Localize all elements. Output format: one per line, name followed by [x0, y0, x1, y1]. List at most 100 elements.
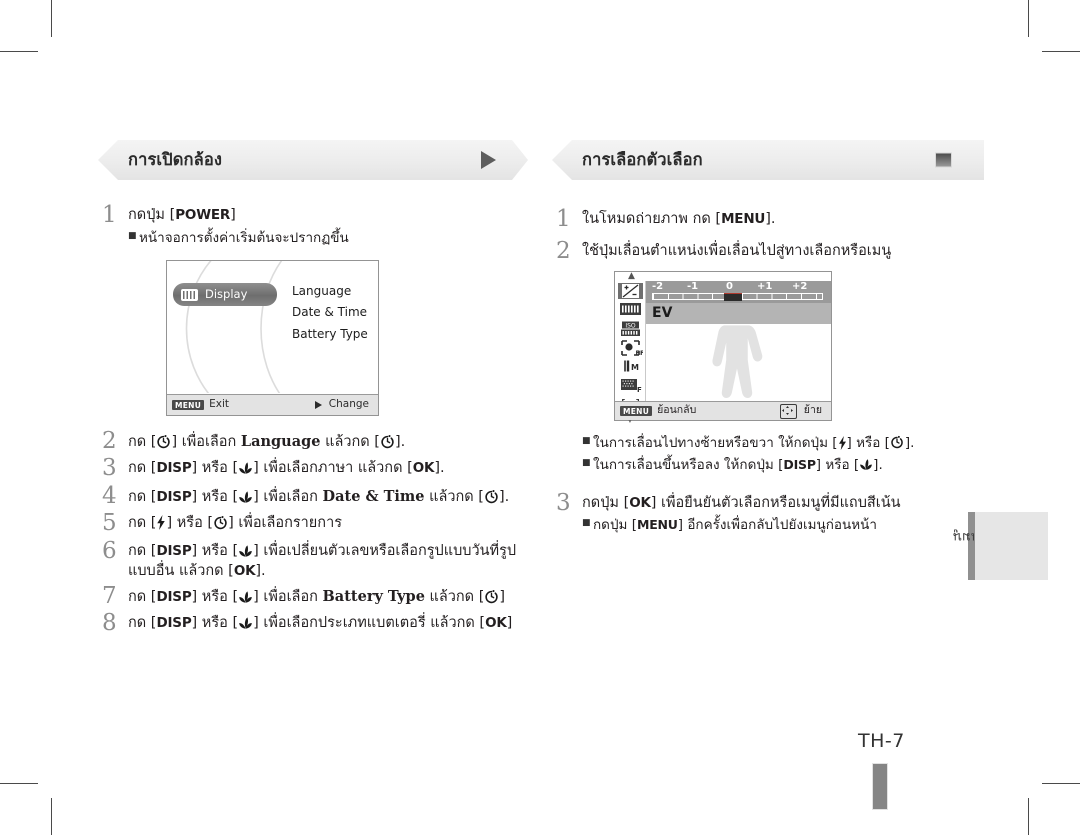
- chevron-up-icon[interactable]: ▲: [628, 272, 635, 281]
- image-size-icon[interactable]: M: [618, 359, 643, 375]
- step-text: ในโหมดถ่ายภาพ กด [MENU].: [582, 206, 984, 231]
- step-subnote: ■ ในการเลื่อนไปทางซ้ายหรือขวา ให้กดปุ่ม …: [582, 433, 984, 453]
- lcd-tab-display[interactable]: Display: [173, 283, 277, 306]
- lcd-menu-list: Language Date & Time Battery Type: [292, 281, 368, 345]
- svg-text:M: M: [631, 363, 639, 372]
- step-text: ใช้ปุ่มเลื่อนตำแหน่งเพื่อเลื่อนไปสู่ทางเ…: [582, 238, 984, 477]
- step-subnote: ■ หน้าจอการตั้งค่าเริ่มต้นจะปรากฏขึ้น: [128, 228, 528, 248]
- step-fragment: ] เพื่อเลือกรายการ: [228, 515, 343, 532]
- step-fragment: แล้วกด [: [424, 488, 484, 505]
- step-number: 2: [556, 238, 571, 265]
- step-fragment: ] หรือ [: [191, 460, 239, 477]
- crop-mark-bottom-left-horizontal: [0, 783, 38, 784]
- bullet-icon: ■: [582, 436, 591, 447]
- step-item: 1 ในโหมดถ่ายภาพ กด [MENU].: [552, 206, 984, 232]
- lcd-menu-item-battery-type[interactable]: Battery Type: [292, 324, 368, 345]
- step-item: 5 กด [] หรือ [] เพื่อเลือกรายการ: [98, 510, 528, 536]
- square-marker-icon: [935, 152, 952, 168]
- exposure-scale-numbers: -2 -1 0 +1 +2: [646, 281, 831, 292]
- camera-lcd-setup-screen: Display Language Date & Time Battery Typ…: [166, 260, 379, 416]
- dpad-icon: [779, 403, 797, 419]
- step-item: 1 กดปุ่ม [POWER] ■ หน้าจอการตั้งค่าเริ่ม…: [98, 202, 528, 416]
- lcd-footer-back-label: ย้อนกลับ: [657, 404, 697, 417]
- menu-button-chip: MENU: [172, 400, 205, 410]
- face-detection-off-icon[interactable]: FF: [618, 340, 644, 357]
- timer-icon: [156, 434, 171, 449]
- section-side-tab: [968, 512, 1048, 580]
- step-text: กดปุ่ม [POWER] ■ หน้าจอการตั้งค่าเริ่มต้…: [128, 202, 528, 416]
- image-quality-fine-icon[interactable]: F: [618, 378, 643, 394]
- key-menu: MENU: [721, 211, 766, 227]
- exposure-scale[interactable]: -2 -1 0 +1 +2: [646, 281, 831, 304]
- timer-icon: [484, 489, 499, 504]
- subnote-fragment: ] หรือ [: [815, 457, 860, 474]
- display-icon: [181, 288, 198, 301]
- step-fragment: ใช้ปุ่มเลื่อนตำแหน่งเพื่อเลื่อนไปสู่ทางเ…: [582, 243, 892, 260]
- subnote-fragment: กดปุ่ม [: [593, 517, 637, 534]
- exposure-value-marker[interactable]: [724, 293, 742, 302]
- timer-icon: [484, 589, 499, 604]
- lcd-footer-exit-label: Exit: [209, 398, 230, 411]
- step-fragment: ] หรือ [: [191, 588, 239, 605]
- step-item: 4 กด [DISP] หรือ [] เพื่อเลือก Date & Ti…: [98, 483, 528, 509]
- step-fragment: กดปุ่ม [: [582, 494, 630, 511]
- left-steps-list: 1 กดปุ่ม [POWER] ■ หน้าจอการตั้งค่าเริ่ม…: [98, 202, 528, 637]
- step-item: 6 กด [DISP] หรือ [] เพื่อเปลี่ยนตัวเลขหร…: [98, 538, 528, 582]
- key-menu: MENU: [636, 517, 678, 533]
- crop-mark-bottom-right-vertical: [1028, 798, 1029, 835]
- lcd-menu-item-date-time[interactable]: Date & Time: [292, 302, 368, 323]
- person-silhouette-icon: [712, 325, 763, 399]
- menu-name-language: Language: [240, 433, 321, 450]
- step-fragment: กด [: [128, 460, 157, 477]
- timer-icon: [380, 434, 395, 449]
- iso-auto-icon[interactable]: ISO: [618, 321, 643, 337]
- svg-text:F: F: [637, 386, 642, 394]
- subnote-fragment: ].: [873, 457, 883, 474]
- subnote-text: หน้าจอการตั้งค่าเริ่มต้นจะปรากฏขึ้น: [139, 229, 349, 246]
- macro-icon: [238, 460, 253, 476]
- macro-icon: [238, 489, 253, 505]
- right-column: การเลือกตัวเลือก 1 ในโหมดถ่ายภาพ กด [MEN…: [552, 140, 984, 537]
- lcd-footer-move-label: ย้าย: [803, 404, 822, 417]
- step-fragment: ] เพื่อเลือกประเภทแบตเตอรี่ แล้วกด [: [253, 615, 486, 632]
- step-item: 2 กด [] เพื่อเลือก Language แล้วกด [].: [98, 428, 528, 454]
- step-fragment: ].: [434, 460, 445, 477]
- auto-white-balance-icon[interactable]: [618, 302, 643, 318]
- step-number: 1: [102, 202, 117, 228]
- step-fragment: ] เพื่อเลือก: [253, 488, 323, 505]
- bullet-icon: ■: [582, 518, 591, 529]
- step-text: กด [DISP] หรือ [] เพื่อเลือก Date & Time…: [128, 483, 528, 509]
- subnote-fragment: ในการเลื่อนไปทางซ้ายหรือขวา ให้กดปุ่ม [: [593, 435, 838, 452]
- triangle-right-icon: [314, 401, 322, 409]
- step-fragment: ในโหมดถ่ายภาพ กด [: [582, 211, 722, 227]
- key-disp: DISP: [156, 588, 192, 605]
- key-disp: DISP: [156, 615, 192, 632]
- crop-mark-bottom-left-vertical: [51, 798, 52, 835]
- step-fragment: ] เพื่อยืนยันตัวเลือกหรือเมนูที่มีแถบสีเ…: [650, 494, 901, 511]
- subnote-fragment: ในการเลื่อนขึ้นหรือลง ให้กดปุ่ม [: [593, 457, 784, 474]
- step-fragment: แล้วกด [: [320, 434, 380, 450]
- svg-text:FF: FF: [635, 349, 643, 356]
- page-title-left: การเปิดกล้อง: [128, 149, 223, 169]
- key-ok: OK: [485, 615, 507, 632]
- step-number: 7: [102, 582, 117, 609]
- ev-label: EV: [646, 303, 831, 325]
- step-fragment: ] เพื่อเลือกภาษา แล้วกด [: [253, 460, 413, 477]
- ev-tick-label: -1: [687, 281, 699, 293]
- step-fragment: ].: [394, 434, 406, 450]
- step-text: กด [DISP] หรือ [] เพื่อเลือก Battery Typ…: [128, 583, 528, 609]
- step-item: 8 กด [DISP] หรือ [] เพื่อเลือกประเภทแบตเ…: [98, 610, 528, 636]
- step-item: 2 ใช้ปุ่มเลื่อนตำแหน่งเพื่อเลื่อนไปสู่ทา…: [552, 238, 984, 477]
- subnote-text: ในการเลื่อนไปทางซ้ายหรือขวา ให้กดปุ่ม []…: [593, 433, 984, 453]
- timer-icon: [213, 515, 228, 530]
- macro-icon: [238, 615, 253, 631]
- exposure-value-icon[interactable]: [617, 283, 643, 300]
- macro-icon: [238, 543, 253, 559]
- key-ok: OK: [412, 460, 435, 477]
- step-text: กด [DISP] หรือ [] เพื่อเปลี่ยนตัวเลขหรือ…: [128, 538, 528, 582]
- bullet-icon: ■: [128, 230, 137, 241]
- step-fragment: ]: [499, 588, 506, 605]
- lcd-menu-item-language[interactable]: Language: [292, 281, 368, 302]
- step-number: 8: [102, 610, 117, 637]
- flash-icon: [156, 515, 166, 531]
